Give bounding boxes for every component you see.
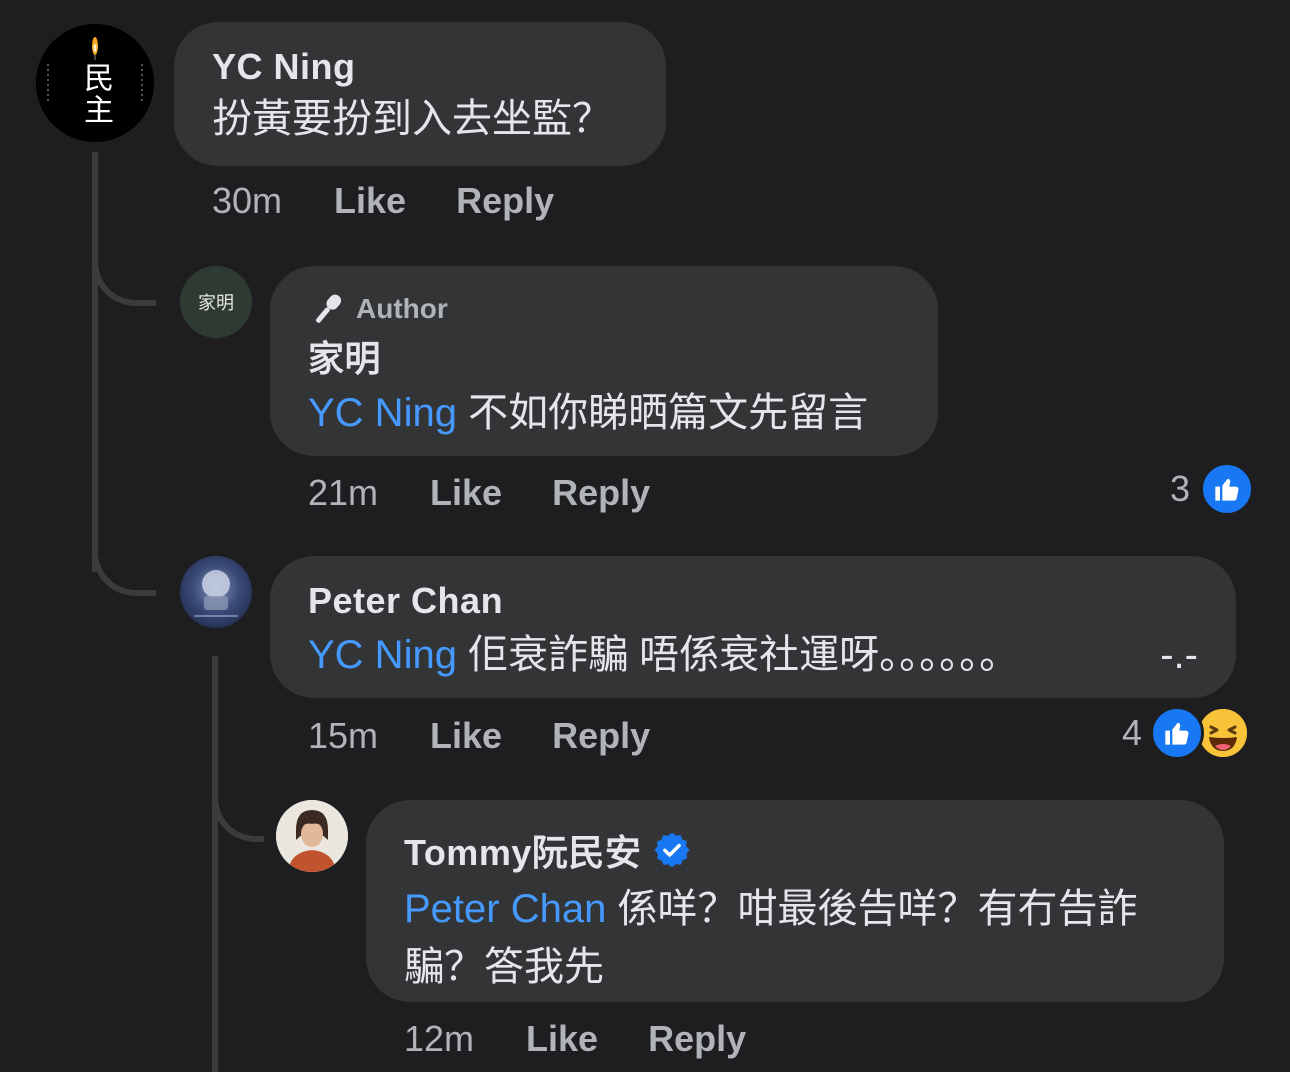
comment-timestamp[interactable]: 30m <box>212 180 282 222</box>
comment-body: 佢衰詐騙 唔係衰社運呀。。。。。。 <box>456 633 1020 677</box>
reply-button[interactable]: Reply <box>552 472 650 514</box>
comment-body: 係咩？咁最後告咩？有冇告詐 <box>606 887 1138 931</box>
comment-timestamp[interactable]: 12m <box>404 1018 474 1060</box>
thread-line-main <box>92 152 98 572</box>
comment-trailing-text: -.- <box>1160 633 1198 677</box>
haha-reaction-icon <box>1196 706 1251 760</box>
mention-link[interactable]: YC Ning <box>308 633 457 677</box>
thumbs-up-icon <box>1215 478 1239 501</box>
thread-connector-reply-3 <box>212 786 264 842</box>
reaction-summary[interactable]: 3 <box>1170 462 1255 516</box>
comment-author[interactable]: Tommy阮民安 <box>404 824 641 876</box>
thread-connector-reply-1 <box>92 250 156 306</box>
like-button[interactable]: Like <box>334 180 406 222</box>
avatar-tommy[interactable] <box>276 800 348 872</box>
mention-link[interactable]: Peter Chan <box>404 887 606 931</box>
microphone-icon <box>315 294 342 323</box>
comment-bubble-peter-chan: Peter Chan YC Ning 佢衰詐騙 唔係衰社運呀。。。。。。 -.- <box>270 556 1236 698</box>
comment-bubble-tommy: Tommy阮民安 Peter Chan 係咩？咁最後告咩？有冇告詐 騙？答我先 <box>366 800 1224 1002</box>
thread-connector-reply-2 <box>92 540 156 596</box>
verified-badge-icon <box>653 831 691 869</box>
comment-body: 不如你睇晒篇文先留言 <box>456 391 869 435</box>
globe-avatar-icon <box>194 570 238 617</box>
comment-text: YC Ning 不如你睇晒篇文先留言 <box>308 384 900 442</box>
avatar-yc-ning[interactable]: 民主 <box>36 24 154 142</box>
comment-text: YC Ning 佢衰詐騙 唔係衰社運呀。。。。。。 -.- <box>308 626 1198 684</box>
comment-actions: 30m Like Reply <box>212 180 604 222</box>
comment-actions: 15m Like Reply <box>308 715 700 757</box>
thread-line-nested <box>212 656 218 1072</box>
reaction-count: 3 <box>1170 468 1191 509</box>
reply-button[interactable]: Reply <box>456 180 554 222</box>
like-reaction-icon <box>1150 706 1205 760</box>
like-button[interactable]: Like <box>430 715 502 757</box>
reaction-count: 4 <box>1122 712 1143 753</box>
author-badge: Author <box>308 290 900 328</box>
comment-actions: 21m Like Reply <box>308 472 700 514</box>
avatar-peter-chan[interactable] <box>180 556 252 628</box>
reaction-summary[interactable]: 4 <box>1122 706 1251 760</box>
comment-timestamp[interactable]: 15m <box>308 715 378 757</box>
comment-timestamp[interactable]: 21m <box>308 472 378 514</box>
comment-bubble-ka-ming: Author 家明 YC Ning 不如你睇晒篇文先留言 <box>270 266 938 456</box>
mention-link[interactable]: YC Ning <box>308 391 457 435</box>
comment-text: 扮黃要扮到入去坐監？ <box>212 97 612 141</box>
comment-actions: 12m Like Reply <box>404 1018 796 1060</box>
comment-text: Peter Chan 係咩？咁最後告咩？有冇告詐 <box>404 880 1186 938</box>
comment-author[interactable]: Peter Chan <box>308 580 1198 622</box>
like-button[interactable]: Like <box>526 1018 598 1060</box>
comment-author[interactable]: 家明 <box>308 330 900 382</box>
reply-button[interactable]: Reply <box>552 715 650 757</box>
laughing-face-icon <box>1199 709 1248 757</box>
comment-author[interactable]: YC Ning <box>212 46 628 88</box>
like-button[interactable]: Like <box>430 472 502 514</box>
avatar-label: 家明 <box>198 293 234 314</box>
author-badge-label: Author <box>356 293 448 324</box>
reply-button[interactable]: Reply <box>648 1018 746 1060</box>
person-avatar-icon <box>276 800 348 872</box>
thumbs-up-icon <box>1165 722 1189 745</box>
comment-text-line-2: 騙？答我先 <box>404 945 604 989</box>
comment-thread: 民主 YC Ning 扮黃要扮到入去坐監？ 30m Like Reply 家明 … <box>0 0 1290 1072</box>
author-row: Tommy阮民安 <box>404 824 1186 876</box>
like-reaction-icon <box>1200 462 1255 516</box>
comment-bubble-yc-ning: YC Ning 扮黃要扮到入去坐監？ <box>174 22 666 166</box>
avatar-ka-ming[interactable]: 家明 <box>180 266 252 338</box>
avatar-label: 民主 <box>78 62 113 126</box>
